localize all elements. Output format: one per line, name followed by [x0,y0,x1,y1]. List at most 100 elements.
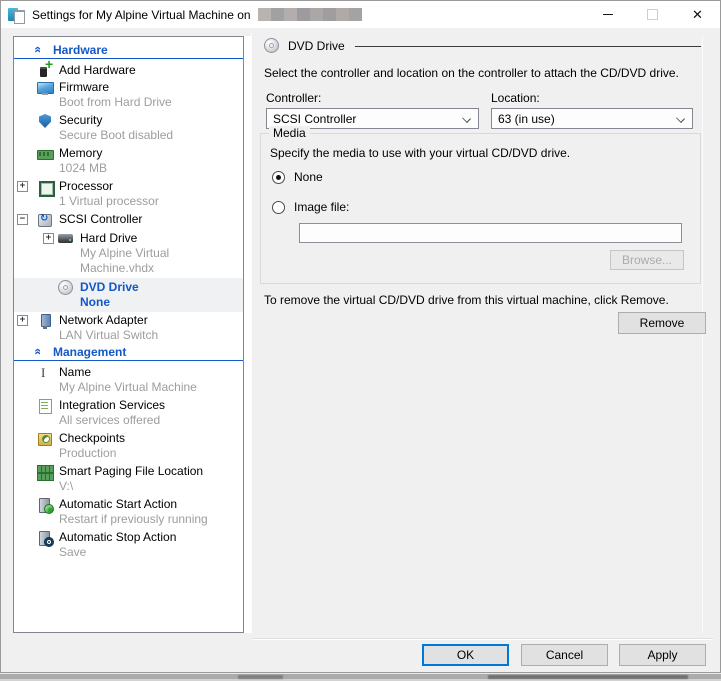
close-button[interactable]: ✕ [675,1,720,29]
auto-stop-icon [37,530,53,546]
location-dropdown-value: 63 (in use) [498,112,555,126]
sidebar-item-memory[interactable]: Memory 1024 MB [14,146,243,176]
ok-button[interactable]: OK [422,644,509,666]
sidebar-item-label: Security [59,113,173,128]
name-icon [37,365,53,381]
media-description: Specify the media to use with your virtu… [270,146,690,160]
sidebar-item-processor[interactable]: + Processor 1 Virtual processor [14,179,243,209]
settings-window: Settings for My Alpine Virtual Machine o… [0,0,721,673]
browse-button[interactable]: Browse... [610,250,684,270]
sidebar-item-sublabel: My Alpine Virtual Machine.vhdx [80,246,243,276]
footer-separator [253,638,713,640]
sidebar-item-label: Memory [59,146,107,161]
chevron-down-icon [462,114,471,123]
scsi-controller-icon [37,212,53,228]
location-label: Location: [491,91,540,105]
screen: Settings for My Alpine Virtual Machine o… [0,0,721,681]
pane-title: DVD Drive [288,39,345,53]
sidebar-item-label: SCSI Controller [59,212,142,227]
chevron-up-icon: » [31,346,43,358]
radio-image-file[interactable] [272,201,285,214]
header-rule [355,46,701,47]
sidebar-item-sublabel: LAN Virtual Switch [59,328,158,343]
background-window-edge [488,675,688,679]
chevron-down-icon [676,114,685,123]
media-none-option[interactable]: None [272,170,323,184]
media-groupbox: Media Specify the media to use with your… [260,133,701,284]
maximize-button [630,1,675,29]
remove-button[interactable]: Remove [618,312,706,334]
sidebar-item-sublabel: Save [59,545,176,560]
sidebar-item-label: Network Adapter [59,313,158,328]
sidebar-item-smart-paging[interactable]: Smart Paging File Location V:\ [14,464,243,494]
media-image-file-option[interactable]: Image file: [272,200,349,214]
minimize-button[interactable] [585,1,630,29]
sidebar-item-network-adapter[interactable]: + Network Adapter LAN Virtual Switch [14,313,243,343]
sidebar-item-add-hardware[interactable]: Add Hardware [14,63,243,79]
sidebar-item-label: Name [59,365,197,380]
sidebar-item-checkpoints[interactable]: Checkpoints Production [14,431,243,461]
redacted-host-name-block [258,8,362,21]
expander-plus-icon[interactable]: + [17,181,28,192]
sidebar-item-security[interactable]: Security Secure Boot disabled [14,113,243,143]
sidebar-item-dvd-drive[interactable]: DVD Drive None [14,278,243,312]
sidebar-item-automatic-start[interactable]: Automatic Start Action Restart if previo… [14,497,243,527]
sidebar-item-label: Firmware [59,80,172,95]
checkpoints-icon [37,431,53,447]
sidebar-item-sublabel: None [80,295,139,310]
sidebar-item-sublabel: All services offered [59,413,165,428]
dvd-disc-icon [58,280,74,296]
pane-header: DVD Drive [264,38,701,54]
dvd-drive-settings-pane: DVD Drive Select the controller and loca… [253,28,713,640]
sidebar-item-automatic-stop[interactable]: Automatic Stop Action Save [14,530,243,560]
sidebar-gap [244,36,251,633]
sidebar-item-label: Checkpoints [59,431,125,446]
sidebar-item-label: Automatic Start Action [59,497,208,512]
sidebar-item-sublabel: Restart if previously running [59,512,208,527]
section-label: Management [53,345,126,359]
expander-plus-icon[interactable]: + [17,315,28,326]
close-icon: ✕ [692,7,703,23]
radio-image-file-label: Image file: [294,200,349,214]
sidebar-item-label: Automatic Stop Action [59,530,176,545]
radio-none-label: None [294,170,323,184]
sidebar-item-label: Smart Paging File Location [59,464,203,479]
sidebar-item-name[interactable]: Name My Alpine Virtual Machine [14,365,243,395]
sidebar-item-label: Processor [59,179,159,194]
integration-services-icon [37,398,53,414]
sidebar-item-sublabel: Secure Boot disabled [59,128,173,143]
processor-icon [37,179,53,195]
apply-button[interactable]: Apply [619,644,706,666]
expander-plus-icon[interactable]: + [43,233,54,244]
sidebar-item-hard-drive[interactable]: + Hard Drive My Alpine Virtual Machine.v… [14,231,243,276]
sidebar-item-label: Add Hardware [59,63,136,78]
titlebar: Settings for My Alpine Virtual Machine o… [1,0,720,28]
dvd-drive-header-icon [264,38,280,54]
memory-icon [37,146,53,162]
sidebar-item-scsi-controller[interactable]: − SCSI Controller [14,212,243,228]
pane-divider [251,33,252,633]
background-window-edge [238,675,283,679]
cancel-button[interactable]: Cancel [521,644,608,666]
sidebar-item-sublabel: My Alpine Virtual Machine [59,380,197,395]
section-header-management[interactable]: » Management [14,346,243,361]
sidebar-item-integration-services[interactable]: Integration Services All services offere… [14,398,243,428]
security-shield-icon [37,113,53,129]
window-title: Settings for My Alpine Virtual Machine o… [32,8,251,22]
image-file-path-input[interactable] [299,223,682,243]
sidebar-item-firmware[interactable]: Firmware Boot from Hard Drive [14,80,243,110]
sidebar-item-sublabel: Production [59,446,125,461]
controller-dropdown-value: SCSI Controller [273,112,356,126]
network-adapter-icon [37,313,53,329]
settings-nav-tree: » Hardware Add Hardware Firmware Boot fr… [13,36,244,633]
settings-icon [8,7,24,23]
media-groupbox-legend: Media [269,126,310,140]
sidebar-item-sublabel: V:\ [59,479,203,494]
sidebar-item-sublabel: 1024 MB [59,161,107,176]
sidebar-item-label: DVD Drive [80,280,139,295]
hard-drive-icon [58,231,74,247]
location-dropdown[interactable]: 63 (in use) [491,108,693,129]
expander-minus-icon[interactable]: − [17,214,28,225]
sidebar-item-label: Hard Drive [80,231,243,246]
radio-none[interactable] [272,171,285,184]
